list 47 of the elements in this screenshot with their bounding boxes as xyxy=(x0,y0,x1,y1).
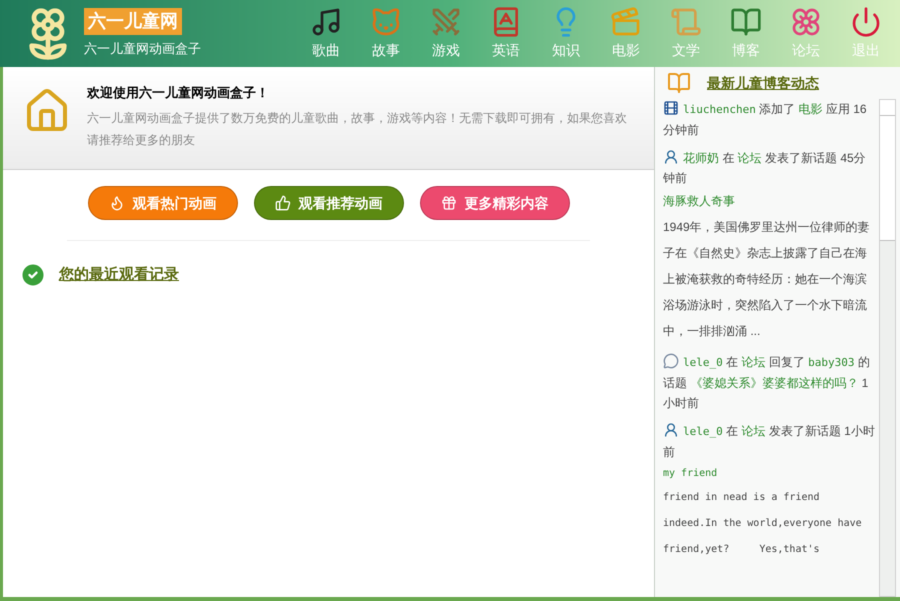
user-icon xyxy=(663,422,679,438)
nav-button[interactable]: 知识 xyxy=(536,0,596,67)
nav-button[interactable]: 故事 xyxy=(356,0,416,67)
gift-icon xyxy=(440,195,456,211)
nav-button[interactable]: 游戏 xyxy=(416,0,476,67)
welcome-title: 欢迎使用六一儿童网动画盒子！ xyxy=(87,84,270,102)
username-link[interactable]: liuchenchen xyxy=(683,103,756,116)
app-logo: 六一儿童网 xyxy=(84,8,182,36)
history-link[interactable]: 您的最近观看记录 xyxy=(59,264,179,286)
flame-icon xyxy=(108,195,124,211)
action-button[interactable]: 更多精彩内容 xyxy=(420,186,570,220)
topic-link[interactable]: 论坛 xyxy=(741,424,766,438)
film-icon xyxy=(663,100,679,116)
nav-button[interactable]: 英语 xyxy=(476,0,536,67)
music-note-icon xyxy=(310,6,342,38)
swords-icon xyxy=(430,6,462,38)
user-icon xyxy=(663,149,679,165)
book-icon xyxy=(730,6,762,38)
post-excerpt: 1949年，美国佛罗里达州一位律师的妻子在《自然史》杂志上披露了自己在海上被淹获救的奇特经历：她在一个海滨浴场游泳时，突然陷入了一个水下暗流中，一排排汹涌 ... xyxy=(663,219,871,340)
thumbs-up-icon xyxy=(274,195,290,211)
feed-title: 最新儿童博客动态 xyxy=(707,74,819,92)
post-title-link[interactable]: 海豚救人奇事 xyxy=(663,192,875,210)
action-button[interactable]: 观看热门动画 xyxy=(88,186,238,220)
post-excerpt: friend in nead is a friend indeed.In the world,everyone have friend,yet? Yes,that's xyxy=(663,491,863,557)
film-icon xyxy=(610,6,642,38)
scroll-icon xyxy=(670,6,702,38)
topic-link[interactable]: 电影 xyxy=(798,102,823,116)
app-subtitle: 六一儿童网动画盒子 xyxy=(84,40,201,58)
feed-entry: liuchenchen 添加了 电影 应用 16分钟前 xyxy=(663,99,868,139)
username-link[interactable]: lele_0 xyxy=(683,356,723,369)
topic-link[interactable]: 论坛 xyxy=(738,151,762,165)
topic-link[interactable]: 花师奶 xyxy=(683,151,719,165)
username-link[interactable]: baby303 xyxy=(808,356,854,369)
feed-entry: lele_0 在 论坛 回复了 baby303 的话题 《婆媳关系》婆婆都这样的吗？ 1小时前 xyxy=(663,352,871,412)
action-button[interactable]: 观看推荐动画 xyxy=(254,186,404,220)
welcome-text: 六一儿童网动画盒子提供了数万免费的儿童歌曲，故事，游戏等内容！无需下载即可拥有，如果您喜欢请推荐给更多的朋友 xyxy=(87,110,628,148)
speech-bubble-icon xyxy=(663,353,679,369)
flower-icon xyxy=(790,6,822,38)
feed-entry: lele_0 在 论坛 发表了新话题 1小时前 xyxy=(663,421,875,461)
topic-link[interactable]: 《婆媳关系》婆婆都这样的吗？ xyxy=(690,376,858,390)
username-link[interactable]: lele_0 xyxy=(683,425,723,438)
post-title-link[interactable]: my friend xyxy=(663,466,875,481)
nav-button[interactable]: 歌曲 xyxy=(296,0,356,67)
topic-link[interactable]: 论坛 xyxy=(741,355,766,369)
power-icon xyxy=(850,6,882,38)
feed-entry: 花师奶 在 论坛 发表了新话题 45分钟前 xyxy=(663,148,867,187)
scrollbar[interactable] xyxy=(879,99,896,597)
